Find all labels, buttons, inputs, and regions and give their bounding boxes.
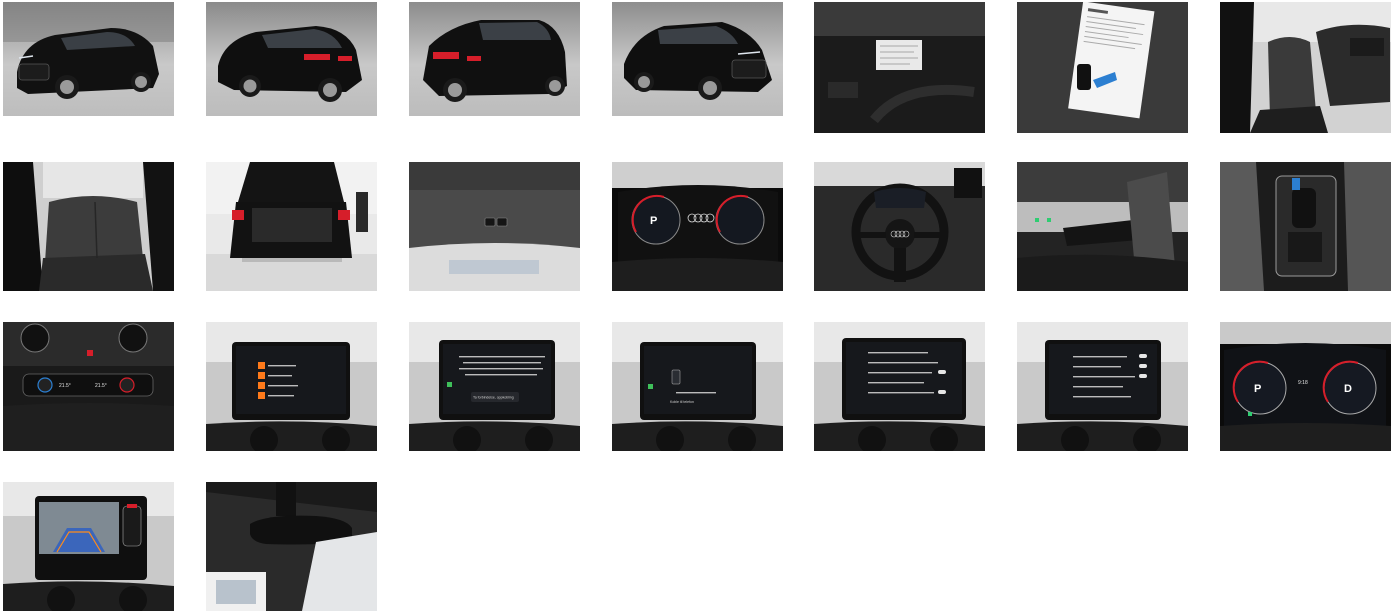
instrument-cluster-image: P (612, 162, 783, 291)
engine-bay-label-photo[interactable] (814, 2, 985, 133)
rear-camera-screen-photo[interactable] (3, 482, 174, 611)
rearview-mirror-photo[interactable] (206, 482, 377, 611)
rear-seats-photo[interactable] (3, 162, 174, 291)
trunk-lid-switches-image (409, 162, 580, 291)
steering-wheel-photo[interactable] (814, 162, 985, 291)
front-interior-seats-photo[interactable] (1220, 2, 1391, 133)
gear-selector-photo[interactable] (1220, 162, 1391, 291)
infotainment-apple-carplay-photo[interactable]: Ta forbindelse, oppkobling (409, 322, 580, 451)
infotainment-apple-carplay-image: Ta forbindelse, oppkobling (409, 322, 580, 451)
exterior-front-right-image (612, 2, 783, 116)
wiper-stalk-image (1017, 162, 1188, 291)
digital-cockpit-image: P D 9:18 (1220, 322, 1391, 451)
trunk-lid-switches-photo[interactable] (409, 162, 580, 291)
open-trunk-image (206, 162, 377, 291)
photo-gallery-grid: P 21.5° 21.5° Ta forbindelse, oppkobling… (0, 0, 1399, 613)
exterior-rear-right-photo[interactable] (206, 2, 377, 116)
climate-left-temp: 21.5° (59, 383, 71, 389)
exterior-rear-left-image (409, 2, 580, 116)
exterior-front-left-image (3, 2, 174, 116)
rear-seats-image (3, 162, 174, 291)
service-document-keys-photo[interactable] (1017, 2, 1188, 133)
infotainment-settings-list-photo[interactable] (814, 322, 985, 451)
gear-selector-image (1220, 162, 1391, 291)
infotainment-connect-device-photo[interactable]: Koble til telefon (612, 322, 783, 451)
open-trunk-photo[interactable] (206, 162, 377, 291)
infotainment-settings-list-2-photo[interactable] (1017, 322, 1188, 451)
exterior-front-left-photo[interactable] (3, 2, 174, 116)
cockpit-time: 9:18 (1298, 380, 1308, 386)
rear-camera-screen-image (3, 482, 174, 611)
front-interior-seats-image (1220, 2, 1391, 133)
infotainment-settings-list-2-image (1017, 322, 1188, 451)
exterior-front-right-photo[interactable] (612, 2, 783, 116)
infotainment-connect-device-image: Koble til telefon (612, 322, 783, 451)
instrument-cluster-photo[interactable]: P (612, 162, 783, 291)
exterior-rear-right-image (206, 2, 377, 116)
infotainment-settings-list-image (814, 322, 985, 451)
cluster-p-label: P (650, 215, 657, 227)
cockpit-p-label: P (1254, 383, 1261, 395)
connect-phone-label: Koble til telefon (670, 400, 694, 404)
carplay-connect-button-label: Ta forbindelse, oppkobling (473, 396, 514, 400)
cockpit-d-label: D (1344, 383, 1352, 395)
infotainment-phone-list-image (206, 322, 377, 451)
infotainment-phone-list-photo[interactable] (206, 322, 377, 451)
exterior-rear-left-photo[interactable] (409, 2, 580, 116)
service-document-keys-image (1017, 2, 1188, 133)
digital-cockpit-photo[interactable]: P D 9:18 (1220, 322, 1391, 451)
climate-controls-photo[interactable]: 21.5° 21.5° (3, 322, 174, 451)
engine-bay-label-image (814, 2, 985, 133)
climate-right-temp: 21.5° (95, 383, 107, 389)
steering-wheel-image (814, 162, 985, 291)
rearview-mirror-image (206, 482, 377, 611)
climate-controls-image: 21.5° 21.5° (3, 322, 174, 451)
wiper-stalk-photo[interactable] (1017, 162, 1188, 291)
